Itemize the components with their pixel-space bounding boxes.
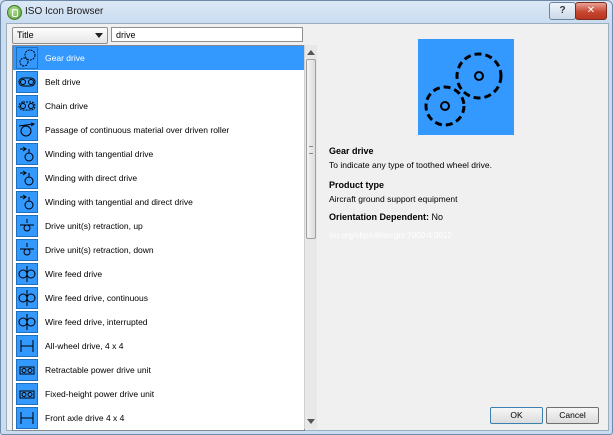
- list-item-label: Wire feed drive, interrupted: [45, 317, 148, 327]
- list-item-label: Winding with tangential and direct drive: [45, 197, 193, 207]
- orientation-value: No: [431, 212, 444, 222]
- power-unit-icon: [16, 383, 38, 405]
- list-item[interactable]: Winding with tangential and direct drive: [13, 190, 304, 214]
- list-item-label: Winding with direct drive: [45, 173, 138, 183]
- list-item[interactable]: Wire feed drive, continuous: [13, 286, 304, 310]
- icon-list[interactable]: Gear drive Belt drive Chain drive Passage o…: [12, 45, 305, 431]
- winding-icon: [16, 191, 38, 213]
- cancel-button[interactable]: Cancel: [546, 407, 599, 424]
- list-item[interactable]: Winding with direct drive: [13, 166, 304, 190]
- list-item-label: Chain drive: [45, 101, 88, 111]
- list-item[interactable]: Winding with tangential drive: [13, 142, 304, 166]
- winding-icon: [16, 167, 38, 189]
- list-item-label: Drive unit(s) retraction, down: [45, 245, 154, 255]
- list-item[interactable]: Fixed-height power drive unit: [13, 382, 304, 406]
- wire-feed-icon: [16, 263, 38, 285]
- list-item[interactable]: Wire feed drive: [13, 262, 304, 286]
- list-item-label: Winding with tangential drive: [45, 149, 154, 159]
- list-item-label: Belt drive: [45, 77, 81, 87]
- list-item[interactable]: Drive unit(s) retraction, down: [13, 238, 304, 262]
- list-item-label: All-wheel drive, 4 x 4: [45, 341, 124, 351]
- dialog-window: ISO Icon Browser ? ✕ Title Gear drive Bel…: [0, 0, 613, 435]
- list-item[interactable]: All-wheel drive, 4 x 4: [13, 334, 304, 358]
- list-item[interactable]: Drive unit(s) retraction, up: [13, 214, 304, 238]
- retraction-down-icon: [16, 239, 38, 261]
- list-item-label: Wire feed drive: [45, 269, 103, 279]
- list-item[interactable]: Belt drive: [13, 70, 304, 94]
- winding-icon: [16, 143, 38, 165]
- product-type-label: Product type: [329, 180, 385, 190]
- detail-title: Gear drive: [329, 146, 374, 156]
- app-icon: [7, 5, 22, 20]
- product-type-value: Aircraft ground support equipment: [329, 194, 458, 204]
- chain-drive-icon: [16, 95, 38, 117]
- list-item[interactable]: Front axle drive 4 x 4: [13, 406, 304, 430]
- wire-feed-icon: [16, 287, 38, 309]
- scroll-up-arrow[interactable]: [307, 50, 315, 55]
- search-field-select[interactable]: Title: [12, 27, 108, 44]
- scroll-thumb[interactable]: [306, 59, 316, 239]
- orientation-label: Orientation Dependent:: [329, 212, 430, 222]
- list-item[interactable]: Wire feed drive, interrupted: [13, 310, 304, 334]
- axle-icon: [16, 335, 38, 357]
- iso-reference: iso.org/obp/ui#iso:grs:7000:4:0012: [329, 231, 452, 240]
- ok-button[interactable]: OK: [490, 407, 543, 424]
- list-item-label: Gear drive: [45, 53, 85, 63]
- dialog-body: Title Gear drive Belt drive Chain drive Pas…: [6, 23, 609, 431]
- retraction-up-icon: [16, 215, 38, 237]
- belt-drive-icon: [16, 71, 38, 93]
- gear-drive-icon: [16, 47, 38, 69]
- list-item-label: Wire feed drive, continuous: [45, 293, 148, 303]
- chevron-down-icon: [95, 33, 103, 38]
- list-item[interactable]: Retractable power drive unit: [13, 358, 304, 382]
- list-item-label: Drive unit(s) retraction, up: [45, 221, 143, 231]
- title-bar[interactable]: ISO Icon Browser ? ✕: [1, 1, 612, 23]
- orientation-info: Orientation Dependent: No: [329, 212, 443, 222]
- list-item-label: Passage of continuous material over driv…: [45, 125, 230, 135]
- close-button[interactable]: ✕: [575, 2, 607, 20]
- list-item[interactable]: Gear drive: [13, 46, 304, 70]
- help-button[interactable]: ?: [549, 2, 576, 20]
- axle-icon: [16, 407, 38, 429]
- search-input[interactable]: [111, 27, 303, 42]
- power-unit-icon: [16, 359, 38, 381]
- detail-description: To indicate any type of toothed wheel dr…: [329, 160, 493, 170]
- list-item[interactable]: Passage of continuous material over driv…: [13, 118, 304, 142]
- list-item-label: Retractable power drive unit: [45, 365, 151, 375]
- list-item-label: Fixed-height power drive unit: [45, 389, 155, 399]
- scroll-down-arrow[interactable]: [307, 419, 315, 424]
- list-item[interactable]: Chain drive: [13, 94, 304, 118]
- list-scrollbar[interactable]: [304, 45, 317, 429]
- list-item-label: Front axle drive 4 x 4: [45, 413, 125, 423]
- gear-drive-preview-icon: [418, 39, 514, 135]
- window-title: ISO Icon Browser: [25, 6, 104, 17]
- search-field-value: Title: [17, 30, 34, 40]
- roller-icon: [16, 119, 38, 141]
- wire-feed-icon: [16, 311, 38, 333]
